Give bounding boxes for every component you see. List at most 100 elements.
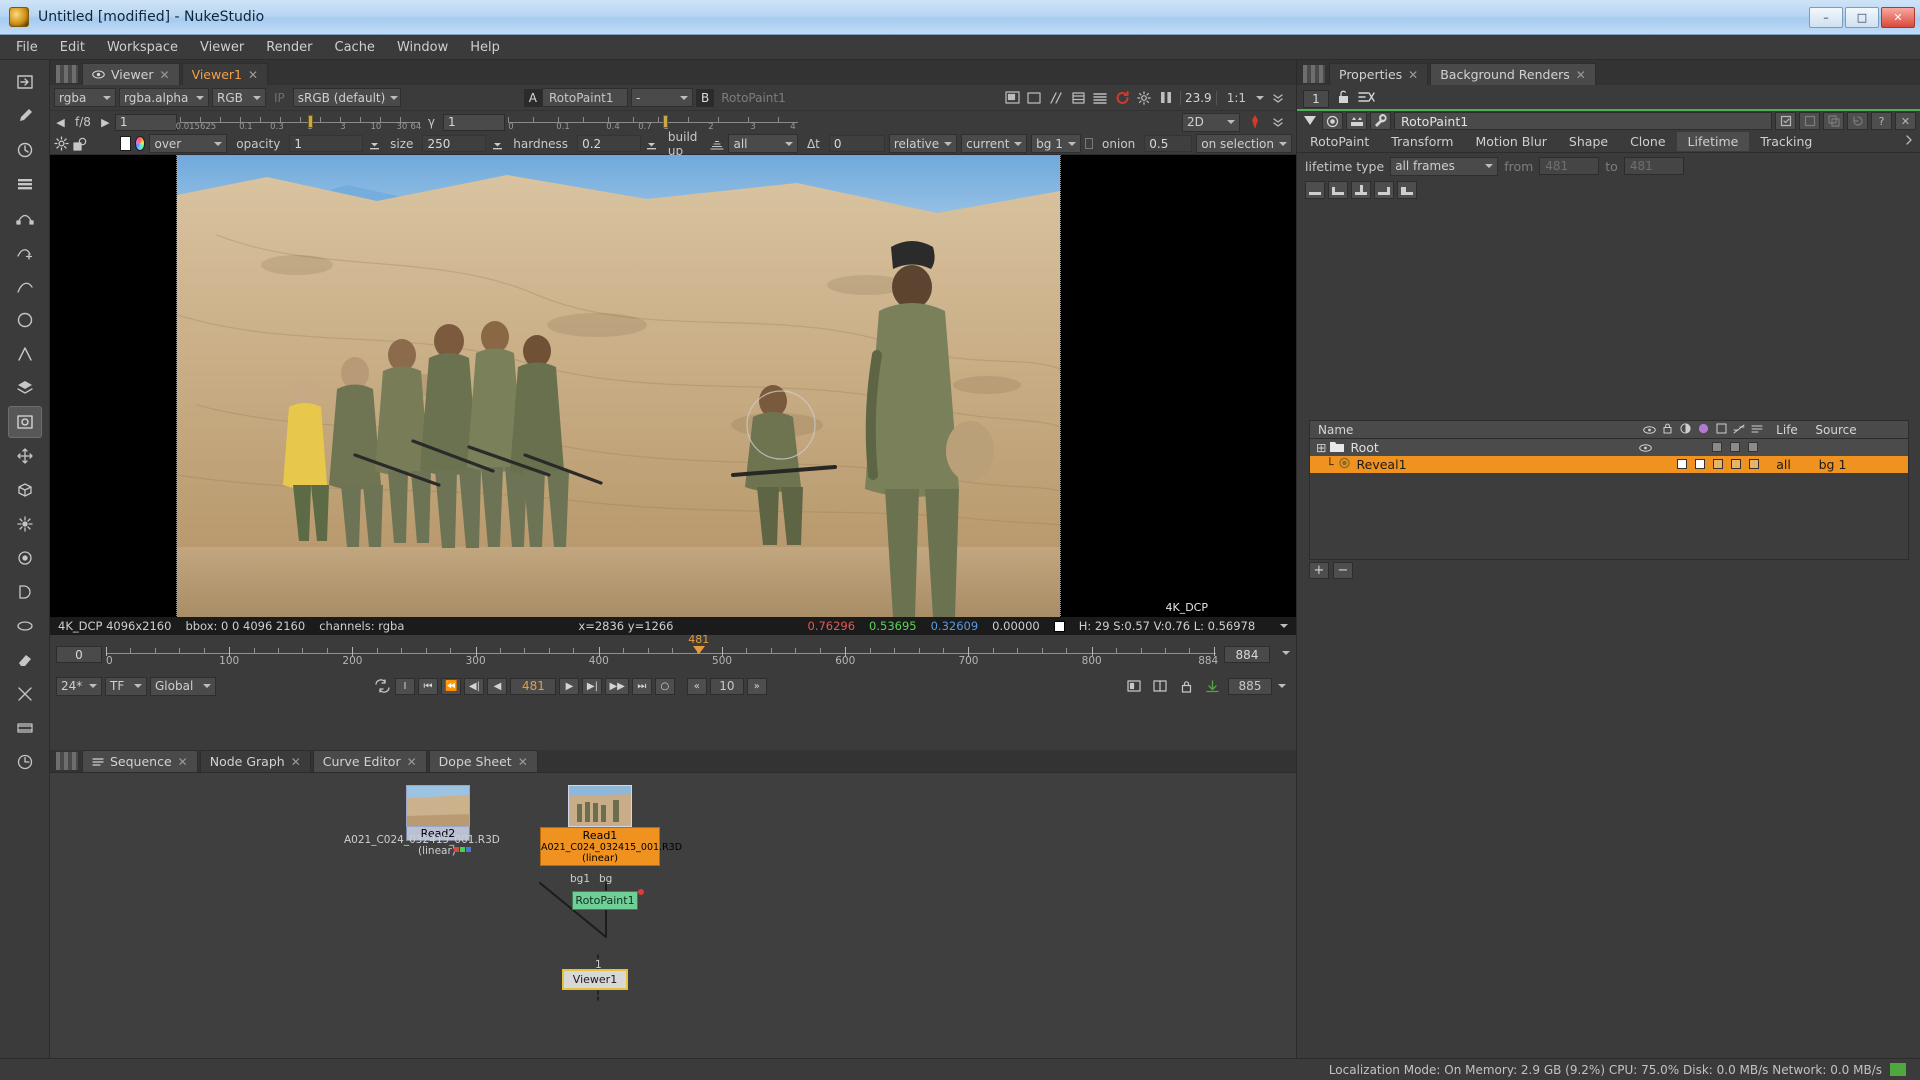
curve-tool-icon[interactable] bbox=[8, 270, 42, 302]
onion-field[interactable]: 0.5 bbox=[1144, 135, 1193, 152]
wipe-icon[interactable] bbox=[1048, 89, 1065, 106]
node-read1[interactable]: Read1 A021_C024_032415_001.R3D (linear) bbox=[540, 785, 682, 866]
color-dot-icon[interactable] bbox=[1322, 112, 1343, 130]
unlock-icon[interactable] bbox=[1336, 89, 1351, 108]
expand-more-icon[interactable] bbox=[1269, 114, 1286, 131]
node-tab-shape[interactable]: Shape bbox=[1558, 132, 1619, 151]
decrement-button[interactable]: « bbox=[686, 677, 707, 695]
tab-sequence[interactable]: Sequence ✕ bbox=[82, 750, 198, 772]
help-icon[interactable]: ? bbox=[1871, 112, 1892, 130]
display-select[interactable]: RGB bbox=[212, 88, 266, 107]
lifetime-start-icon[interactable] bbox=[1305, 181, 1325, 199]
loop-mode-icon[interactable] bbox=[372, 677, 392, 695]
set-in-button[interactable]: I bbox=[395, 677, 415, 695]
col-header-motionblur-icon[interactable] bbox=[1748, 423, 1766, 437]
play-button[interactable]: ▶ bbox=[559, 677, 580, 695]
node-viewer1-body[interactable]: Viewer1 bbox=[562, 969, 628, 990]
menu-help[interactable]: Help bbox=[460, 37, 510, 58]
node-tab-motion-blur[interactable]: Motion Blur bbox=[1464, 132, 1557, 151]
panel-grip[interactable] bbox=[1303, 65, 1325, 83]
remove-layer-button[interactable]: − bbox=[1333, 562, 1353, 579]
tab-viewer1[interactable]: Viewer1 ✕ bbox=[181, 63, 269, 85]
blend-icon[interactable] bbox=[73, 135, 88, 153]
dt-field[interactable]: 0 bbox=[828, 135, 885, 152]
gamma-knob[interactable] bbox=[663, 115, 669, 128]
gain-prev-button[interactable]: ◀ bbox=[54, 116, 67, 129]
deep-icon[interactable] bbox=[8, 576, 42, 608]
node-name-field[interactable]: RotoPaint1 bbox=[1394, 112, 1772, 130]
tab-curve-editor[interactable]: Curve Editor ✕ bbox=[312, 750, 427, 772]
step-backward-button[interactable]: ◀ bbox=[487, 677, 508, 695]
fullscreen-icon[interactable] bbox=[1124, 677, 1144, 695]
lifetime-from-field[interactable]: 481 bbox=[1539, 157, 1600, 175]
close-icon[interactable]: ✕ bbox=[1895, 112, 1916, 130]
mode-2d-select[interactable]: 2D bbox=[1182, 112, 1240, 132]
tab-curve-editor-close-icon[interactable]: ✕ bbox=[407, 755, 417, 769]
step-forward-button[interactable]: ▶| bbox=[582, 677, 603, 695]
bezier-tool-icon[interactable] bbox=[8, 202, 42, 234]
expand-more-icon[interactable] bbox=[1269, 89, 1286, 106]
tab-properties-close-icon[interactable]: ✕ bbox=[1408, 68, 1418, 82]
mask-icon[interactable] bbox=[1346, 112, 1367, 130]
hardness-field[interactable]: 0.2 bbox=[577, 135, 642, 152]
brush-tool-icon[interactable] bbox=[8, 100, 42, 132]
gamma-field[interactable]: 1 bbox=[443, 113, 506, 131]
relative-select[interactable]: relative bbox=[888, 134, 958, 153]
set-out-button[interactable]: ○ bbox=[654, 677, 675, 695]
current-frame-field[interactable]: 481 bbox=[510, 677, 557, 695]
tf-select[interactable]: TF bbox=[105, 676, 147, 696]
gear-icon[interactable] bbox=[1136, 89, 1153, 106]
viewer-image-area[interactable]: 4K_DCP bbox=[50, 155, 1296, 617]
timeline-out-field[interactable]: 884 bbox=[1224, 646, 1270, 663]
wrench-icon[interactable] bbox=[1370, 112, 1391, 130]
maximize-button[interactable]: □ bbox=[1845, 6, 1879, 28]
chevron-down-icon[interactable] bbox=[1278, 684, 1286, 688]
lifetime-to-field[interactable]: 481 bbox=[1623, 157, 1684, 175]
reveal-tool-icon[interactable] bbox=[7, 406, 42, 438]
panel-grip[interactable] bbox=[56, 752, 78, 770]
ellipse-tool-icon[interactable] bbox=[8, 304, 42, 336]
col-header-invert-icon[interactable] bbox=[1712, 423, 1730, 437]
timeline[interactable]: 0 884 0 100 200 300 400 500 600 700 800 … bbox=[50, 633, 1296, 675]
increment-button[interactable]: » bbox=[746, 677, 767, 695]
total-frames-field[interactable]: 885 bbox=[1228, 677, 1272, 695]
eraser-icon[interactable] bbox=[8, 644, 42, 676]
tab-sequence-close-icon[interactable]: ✕ bbox=[178, 755, 188, 769]
refresh-icon[interactable] bbox=[1114, 89, 1131, 106]
menu-render[interactable]: Render bbox=[256, 37, 322, 58]
duplicate-icon[interactable] bbox=[1823, 112, 1844, 130]
lifetime-after-icon[interactable] bbox=[1374, 181, 1394, 199]
col-header-eye-icon[interactable] bbox=[1640, 423, 1658, 437]
gain-field[interactable]: 1 bbox=[114, 113, 177, 131]
node-tab-tracking[interactable]: Tracking bbox=[1749, 132, 1823, 151]
move-tool-icon[interactable] bbox=[8, 440, 42, 472]
gain-slider[interactable]: 0.015625 0.1 0.3 1 3 10 30 64 bbox=[176, 113, 421, 132]
pen-icon[interactable] bbox=[1246, 114, 1263, 131]
size-pressure-icon[interactable] bbox=[367, 135, 381, 153]
hardness-pressure-icon[interactable] bbox=[490, 135, 504, 153]
onion-checkbox[interactable] bbox=[1084, 138, 1094, 149]
opacity-field[interactable]: 1 bbox=[289, 135, 364, 152]
blur-icon[interactable] bbox=[8, 610, 42, 642]
cache-icon[interactable] bbox=[1202, 677, 1222, 695]
time-icon[interactable] bbox=[8, 746, 42, 778]
proxy-icon[interactable] bbox=[1026, 89, 1043, 106]
global-select[interactable]: Global bbox=[150, 676, 216, 696]
tab-viewer-close-icon[interactable]: ✕ bbox=[160, 68, 170, 82]
float-icon[interactable] bbox=[1799, 112, 1820, 130]
properties-count-field[interactable]: 1 bbox=[1303, 89, 1329, 108]
channels-select[interactable]: rgba bbox=[54, 88, 116, 107]
node-read1-body[interactable]: Read1 A021_C024_032415_001.R3D (linear) bbox=[540, 827, 682, 866]
ip-badge[interactable]: IP bbox=[269, 91, 290, 105]
add-points-icon[interactable] bbox=[8, 236, 42, 268]
chevron-down-icon[interactable] bbox=[1280, 624, 1288, 628]
roi-icon[interactable] bbox=[1004, 89, 1021, 106]
clear-all-icon[interactable] bbox=[1358, 90, 1375, 108]
node-tab-transform[interactable]: Transform bbox=[1380, 132, 1464, 151]
table-row[interactable]: ⊞ Root bbox=[1310, 439, 1908, 456]
a-value[interactable]: RotoPaint1 bbox=[542, 88, 628, 107]
tab-background-renders-close-icon[interactable]: ✕ bbox=[1576, 68, 1586, 82]
menu-file[interactable]: File bbox=[6, 37, 48, 58]
layers-stack-icon[interactable] bbox=[8, 168, 42, 200]
tab-dope-sheet[interactable]: Dope Sheet ✕ bbox=[428, 750, 538, 772]
